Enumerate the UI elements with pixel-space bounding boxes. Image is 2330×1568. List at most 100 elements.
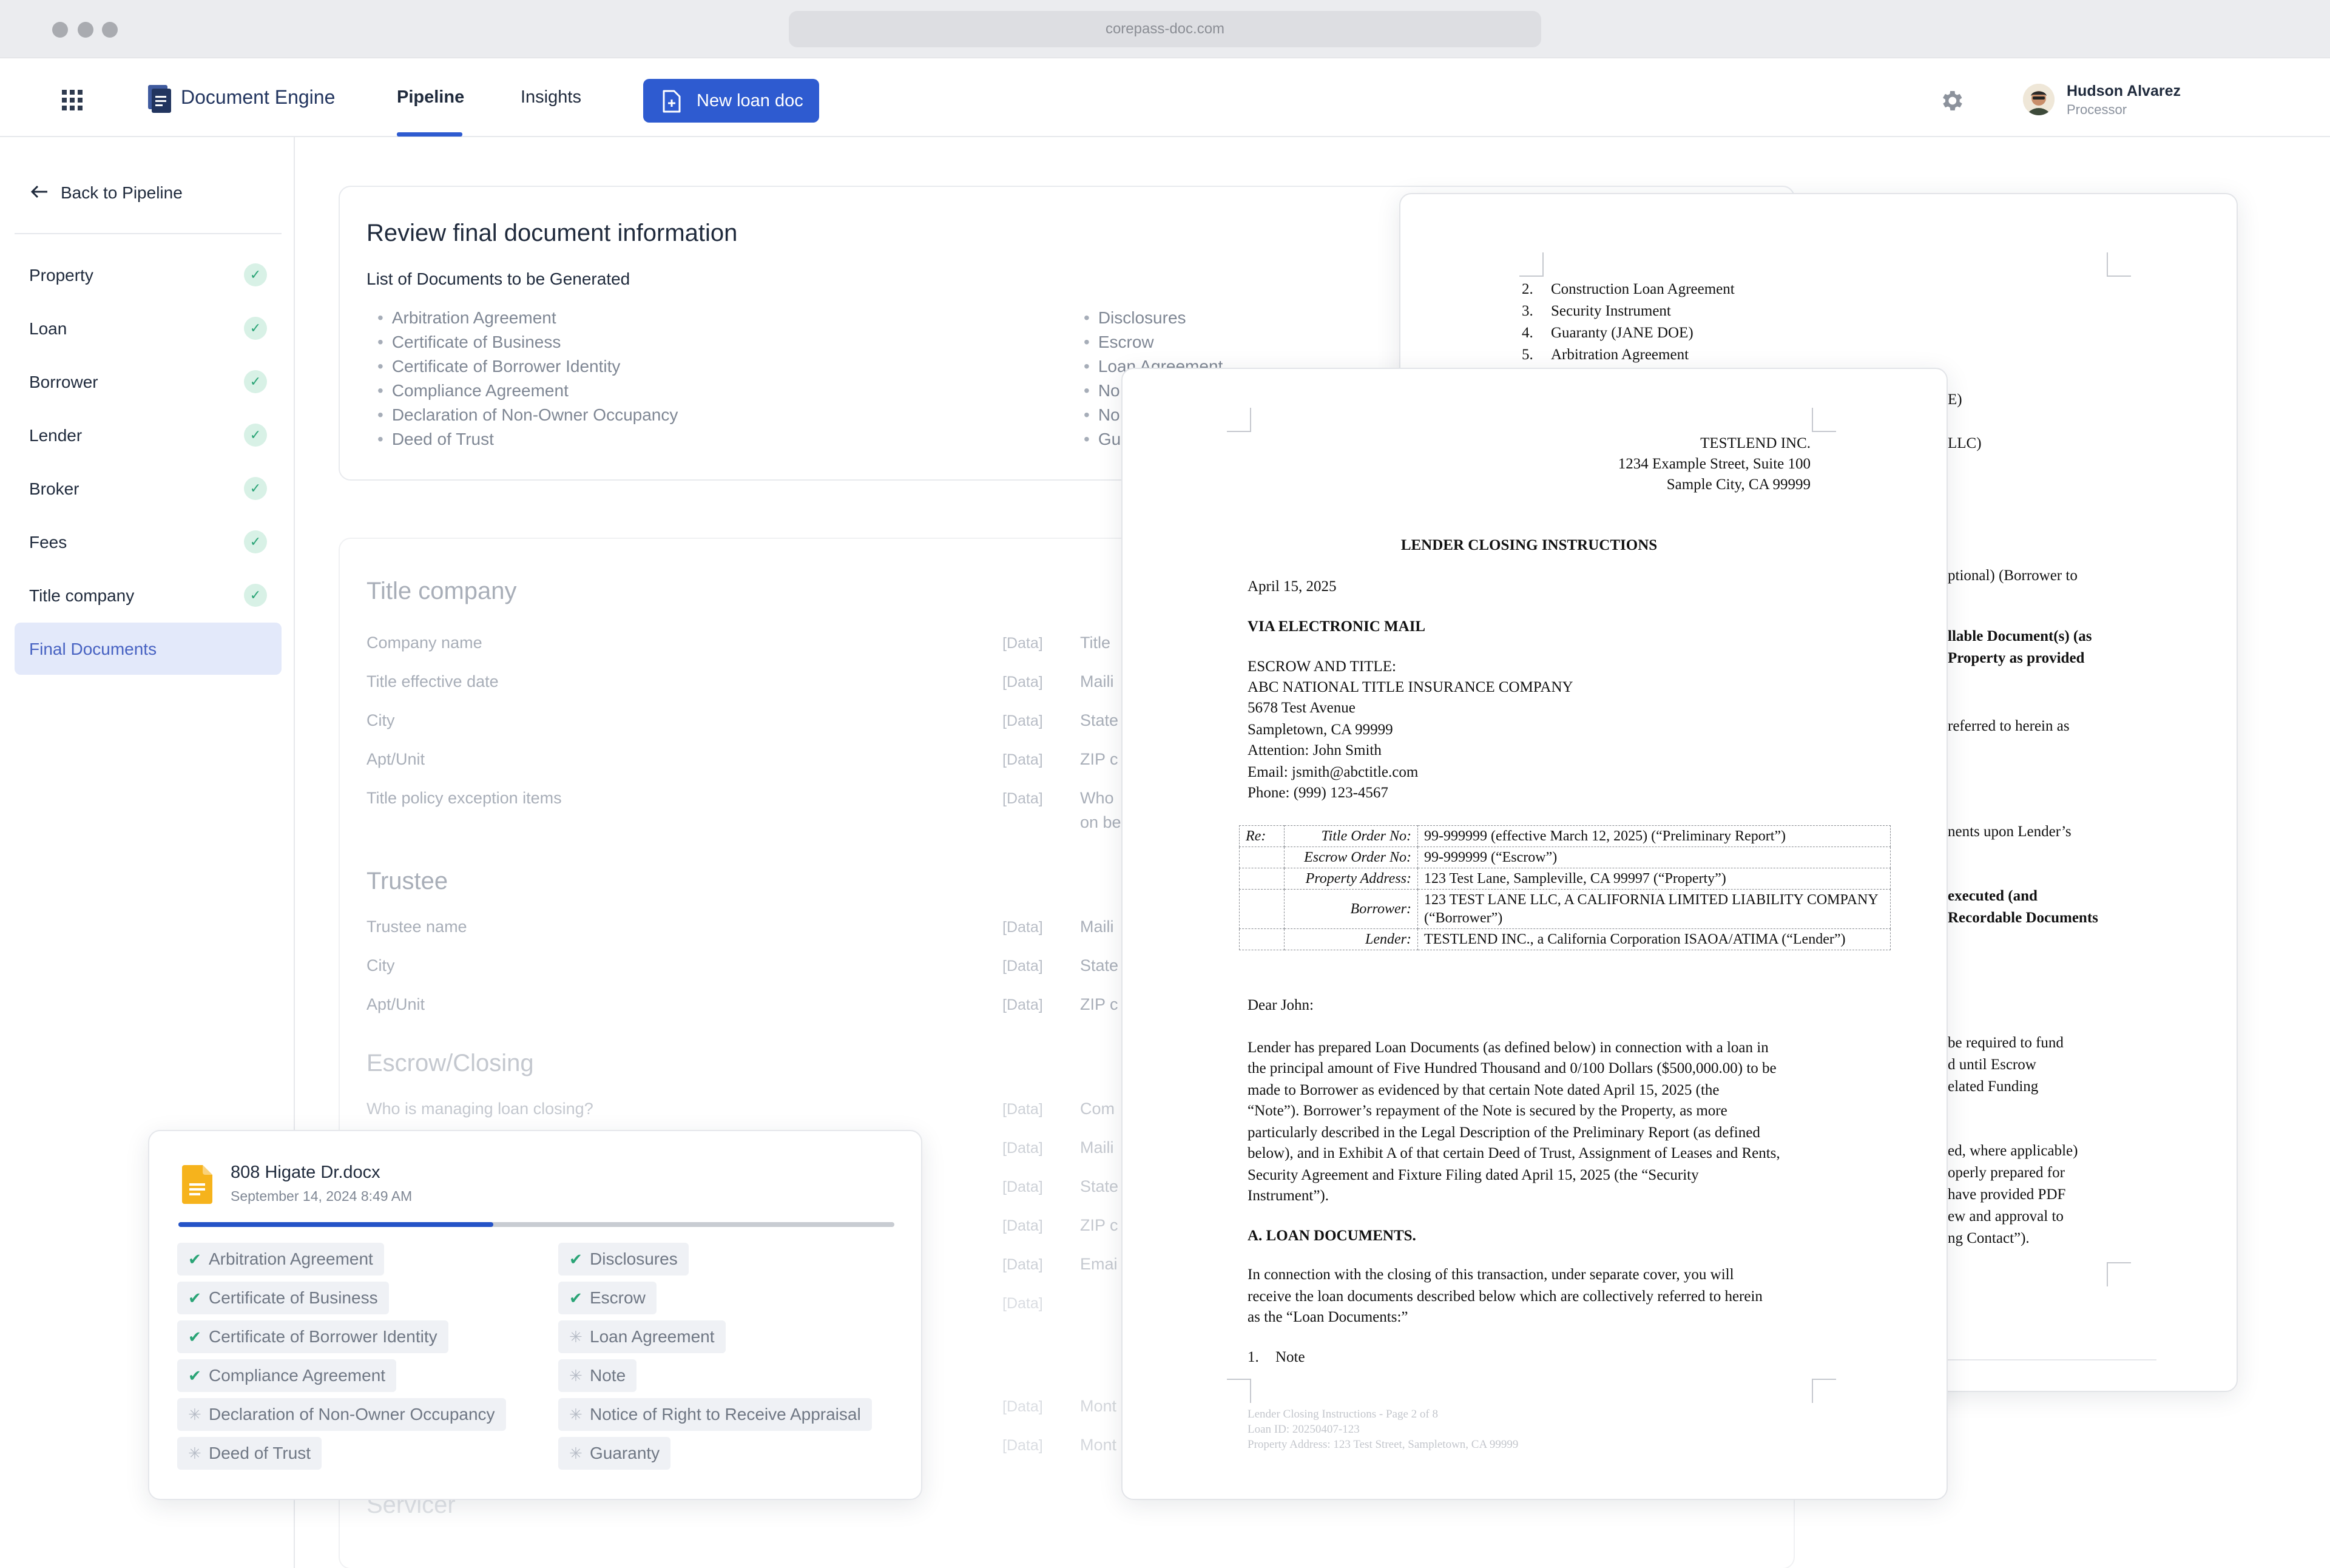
list-number: 1. xyxy=(1248,1349,1259,1365)
page-title: Review final document information xyxy=(366,220,738,246)
field-value[interactable]: [Data] xyxy=(1002,790,1043,808)
field-value[interactable]: [Data] xyxy=(1002,919,1043,936)
window-minimize-dot[interactable] xyxy=(78,22,93,38)
sidebar-item-borrower[interactable]: Borrower ✓ xyxy=(15,356,282,408)
user-name[interactable]: Hudson Alvarez xyxy=(2067,83,2181,100)
field-value[interactable]: [Data] xyxy=(1002,751,1043,769)
sidebar-item-final-documents[interactable]: Final Documents xyxy=(15,623,282,675)
field-label: State xyxy=(1080,1177,1119,1195)
tab-pipeline[interactable]: Pipeline xyxy=(397,87,464,107)
sidebar-divider xyxy=(15,233,282,234)
document-list-item: Certificate of Borrower Identity xyxy=(377,357,621,376)
field-value[interactable]: [Data] xyxy=(1002,674,1043,691)
field-value[interactable]: [Data] xyxy=(1002,635,1043,652)
doc-text-fragment: have provided PDF xyxy=(1948,1186,2066,1203)
document-list-item: Gu xyxy=(1084,430,1121,449)
re-key: Escrow Order No: xyxy=(1284,847,1418,868)
doc-text-fragment: ew and approval to xyxy=(1948,1208,2064,1225)
page-footer: Lender Closing Instructions - Page 2 of … xyxy=(1248,1407,1518,1452)
brand-name[interactable]: Document Engine xyxy=(181,86,335,109)
check-icon: ✔ xyxy=(188,1367,201,1385)
browser-chrome: corepass-doc.com xyxy=(0,0,2330,58)
re-label: Re: xyxy=(1239,825,1285,847)
document-list-item: Compliance Agreement xyxy=(377,381,569,400)
document-list-item: Disclosures xyxy=(1084,308,1186,328)
sidebar-item-label: Loan xyxy=(29,319,67,338)
field-value[interactable]: [Data] xyxy=(1002,1101,1043,1118)
delivery-method: VIA ELECTRONIC MAIL xyxy=(1248,618,1426,635)
check-icon: ✓ xyxy=(244,370,267,393)
chip-label: Arbitration Agreement xyxy=(209,1249,373,1268)
field-label: State xyxy=(1080,956,1119,975)
avatar[interactable] xyxy=(2023,84,2055,115)
chip-label: Note xyxy=(590,1366,626,1385)
escrow-line: ABC NATIONAL TITLE INSURANCE COMPANY xyxy=(1248,679,1573,695)
page-corner-mark xyxy=(1519,252,1544,277)
re-value: 99-999999 (effective March 12, 2025) (“P… xyxy=(1417,825,1891,847)
field-value[interactable]: [Data] xyxy=(1002,996,1043,1014)
field-value[interactable]: [Data] xyxy=(1002,958,1043,975)
lender-address: 1234 Example Street, Suite 100 xyxy=(1618,456,1811,472)
field-value[interactable]: [Data] xyxy=(1002,712,1043,730)
field-label: Who xyxy=(1080,789,1114,807)
sidebar-item-label: Lender xyxy=(29,426,83,445)
sidebar-item-loan[interactable]: Loan ✓ xyxy=(15,302,282,354)
check-icon: ✓ xyxy=(244,477,267,500)
escrow-line: ESCROW AND TITLE: xyxy=(1248,658,1396,675)
check-icon: ✔ xyxy=(569,1250,582,1268)
check-icon: ✓ xyxy=(244,424,267,447)
footer-line: Loan ID: 20250407-123 xyxy=(1248,1423,1360,1436)
page-corner-mark xyxy=(1227,1379,1251,1403)
check-icon: ✔ xyxy=(188,1328,201,1346)
back-to-pipeline-link[interactable]: Back to Pipeline xyxy=(30,183,183,203)
back-label: Back to Pipeline xyxy=(61,183,183,202)
document-heading: LENDER CLOSING INSTRUCTIONS xyxy=(1400,537,1658,553)
check-icon: ✔ xyxy=(569,1289,582,1307)
generation-progress-card[interactable]: 808 Higate Dr.docx September 14, 2024 8:… xyxy=(148,1130,922,1500)
section-title-trustee: Trustee xyxy=(366,868,448,894)
re-value: TESTLEND INC., a California Corporation … xyxy=(1417,928,1891,950)
new-loan-doc-button[interactable]: New loan doc xyxy=(643,79,819,123)
page-corner-mark xyxy=(1812,1379,1836,1403)
escrow-line: Phone: (999) 123-4567 xyxy=(1248,785,1388,801)
field-label: City xyxy=(366,711,395,729)
doc-text-fragment: ptional) (Borrower to xyxy=(1948,567,2078,584)
re-empty xyxy=(1239,847,1285,868)
chip-label: Declaration of Non-Owner Occupancy xyxy=(209,1405,495,1424)
sidebar-item-label: Final Documents xyxy=(29,640,157,658)
window-maximize-dot[interactable] xyxy=(102,22,118,38)
field-value[interactable]: [Data] xyxy=(1002,1256,1043,1274)
field-value[interactable]: [Data] xyxy=(1002,1178,1043,1196)
paragraph-line: the principal amount of Five Hundred Tho… xyxy=(1248,1060,1777,1076)
sidebar-item-title-company[interactable]: Title company ✓ xyxy=(15,569,282,621)
sidebar-item-property[interactable]: Property ✓ xyxy=(15,249,282,301)
arrow-left-icon xyxy=(30,183,49,203)
field-value[interactable]: [Data] xyxy=(1002,1437,1043,1455)
url-bar[interactable]: corepass-doc.com xyxy=(789,11,1541,47)
doc-text-fragment: llable Document(s) (as xyxy=(1948,628,2092,644)
re-key: Title Order No: xyxy=(1284,825,1418,847)
file-name: 808 Higate Dr.docx xyxy=(231,1163,380,1182)
sidebar-item-lender[interactable]: Lender ✓ xyxy=(15,409,282,461)
app-grid-icon[interactable] xyxy=(62,90,83,110)
sidebar-item-broker[interactable]: Broker ✓ xyxy=(15,462,282,515)
chip-label: Notice of Right to Receive Appraisal xyxy=(590,1405,861,1424)
field-label: Mont xyxy=(1080,1397,1117,1415)
field-label: Title policy exception items xyxy=(366,789,562,807)
field-value[interactable]: [Data] xyxy=(1002,1217,1043,1235)
field-label: Title xyxy=(1080,634,1111,652)
section-title-escrow-closing: Escrow/Closing xyxy=(366,1050,534,1076)
gear-icon[interactable] xyxy=(1938,87,1965,114)
sidebar-item-fees[interactable]: Fees ✓ xyxy=(15,516,282,568)
tab-insights[interactable]: Insights xyxy=(521,87,581,107)
field-value[interactable]: [Data] xyxy=(1002,1295,1043,1313)
doc-status-chip: ✳ Guaranty xyxy=(558,1437,671,1470)
spinner-icon: ✳ xyxy=(188,1444,201,1462)
field-value[interactable]: [Data] xyxy=(1002,1140,1043,1157)
window-close-dot[interactable] xyxy=(52,22,68,38)
section-heading: A. LOAN DOCUMENTS. xyxy=(1248,1228,1416,1244)
field-value[interactable]: [Data] xyxy=(1002,1398,1043,1416)
doc-text-fragment: elated Funding xyxy=(1948,1078,2039,1095)
doc-text-fragment: operly prepared for xyxy=(1948,1164,2065,1181)
user-role: Processor xyxy=(2067,102,2127,117)
